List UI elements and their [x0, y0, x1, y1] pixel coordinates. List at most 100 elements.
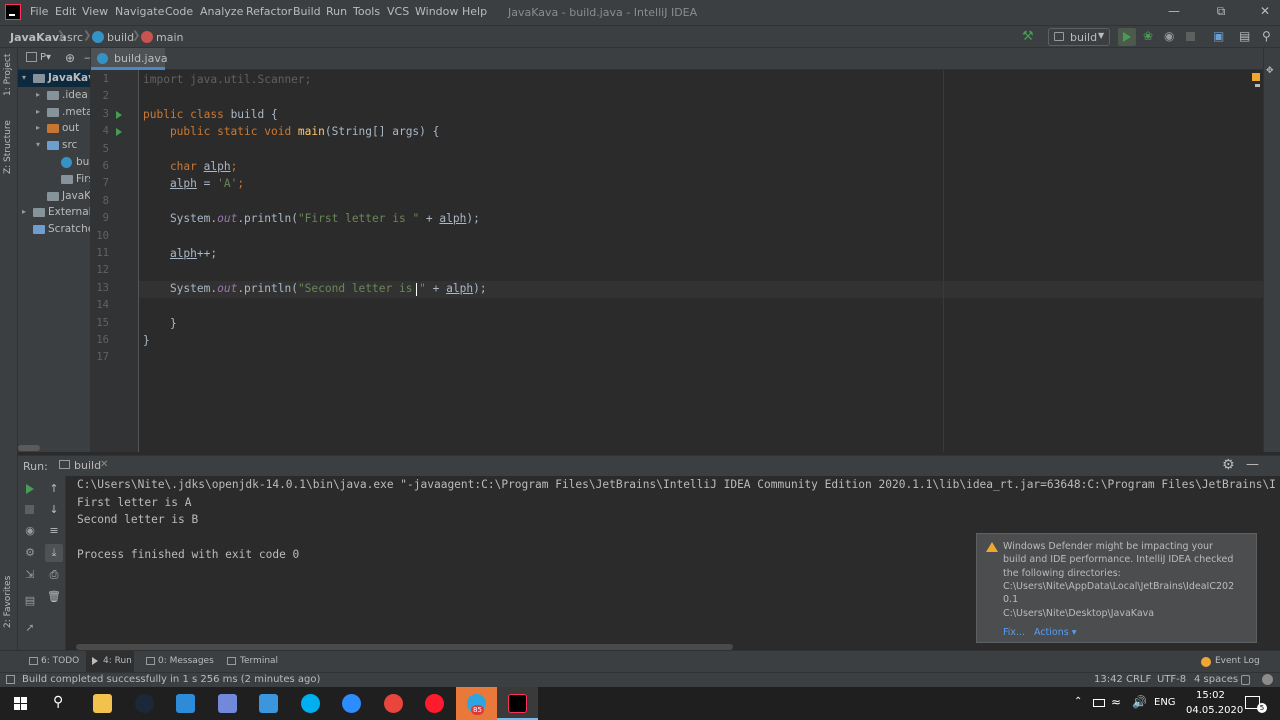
- menu-edit[interactable]: Edit: [55, 5, 76, 18]
- locate-target-icon[interactable]: ⊕: [65, 51, 75, 65]
- more-icon[interactable]: —: [84, 51, 90, 64]
- notification-fix-link[interactable]: Fix...: [1003, 627, 1025, 638]
- line-separator[interactable]: CRLF: [1126, 674, 1151, 685]
- tool-tab-structure[interactable]: Z: Structure: [3, 120, 13, 174]
- expand-arrow-icon[interactable]: ▾: [22, 73, 26, 82]
- gutter-run-icon[interactable]: [116, 110, 122, 119]
- soft-wrap-icon[interactable]: ≡: [47, 524, 61, 538]
- tray-chevron-icon[interactable]: ⌃: [1074, 696, 1082, 707]
- menu-window[interactable]: Window: [415, 5, 458, 18]
- menu-refactor[interactable]: Refactor: [246, 5, 292, 18]
- tool-tab-todo[interactable]: 6: TODO: [41, 656, 79, 666]
- menu-run[interactable]: Run: [326, 5, 347, 18]
- caret-position[interactable]: 13:42: [1094, 674, 1123, 685]
- lock-icon[interactable]: [1241, 675, 1250, 685]
- search-icon[interactable]: ⚲: [1262, 29, 1278, 45]
- hide-panel-icon[interactable]: —: [1246, 457, 1259, 472]
- taskbar-app-zoom[interactable]: [331, 687, 372, 720]
- project-view-select[interactable]: P▾: [40, 52, 51, 63]
- tool-tab-messages[interactable]: 0: Messages: [158, 656, 214, 666]
- exit-icon[interactable]: ⇲: [23, 568, 37, 582]
- project-structure-icon[interactable]: ▣: [1213, 29, 1229, 45]
- notification-actions-link[interactable]: Actions ▾: [1034, 627, 1077, 638]
- stop-icon[interactable]: [1186, 32, 1195, 41]
- settings-icon[interactable]: ⚙: [23, 546, 37, 560]
- status-bar-toggle-icon[interactable]: [6, 675, 15, 684]
- file-encoding[interactable]: UTF-8: [1157, 674, 1186, 685]
- collapse-arrow-icon[interactable]: ▸: [36, 107, 40, 116]
- layout-icon[interactable]: ▤: [1239, 29, 1255, 45]
- down-arrow-icon[interactable]: ↓: [47, 503, 61, 517]
- menu-navigate[interactable]: Navigate: [115, 5, 164, 18]
- windows-start-icon[interactable]: [14, 697, 20, 703]
- tab-build-java[interactable]: build.java: [91, 48, 168, 70]
- taskbar-app-network-app[interactable]: [165, 687, 206, 720]
- breadcrumb-class[interactable]: build: [107, 31, 134, 44]
- debug-icon[interactable]: ❀: [1143, 29, 1159, 45]
- restore-icon[interactable]: ⧉: [1211, 4, 1231, 20]
- clock-date[interactable]: 04.05.2020: [1186, 705, 1243, 716]
- pin-icon[interactable]: ➚: [23, 621, 37, 635]
- taskbar-app-file-explorer[interactable]: [82, 687, 123, 720]
- language-indicator[interactable]: ENG: [1154, 697, 1176, 708]
- taskbar-app-telegram[interactable]: [455, 687, 497, 720]
- code-token: ++;: [196, 247, 218, 260]
- stop-icon[interactable]: [25, 505, 34, 514]
- up-arrow-icon[interactable]: ↑: [47, 482, 61, 496]
- taskbar-app-discord[interactable]: [207, 687, 248, 720]
- indent-setting[interactable]: 4 spaces: [1194, 674, 1238, 685]
- rerun-icon[interactable]: [26, 484, 34, 494]
- bottom-tool-tabs: 6: TODO 4: Run 0: Messages Terminal Even…: [0, 650, 1280, 672]
- taskbar-app-app-blue[interactable]: [248, 687, 289, 720]
- wifi-icon[interactable]: ≈: [1111, 695, 1121, 709]
- warning-marker-icon[interactable]: [1252, 73, 1260, 81]
- ant-icon[interactable]: ✥: [1266, 66, 1274, 76]
- coverage-icon[interactable]: ◉: [1164, 29, 1180, 45]
- expand-arrow-icon[interactable]: ▾: [36, 140, 40, 149]
- search-icon[interactable]: ⚲: [53, 694, 63, 710]
- collapse-arrow-icon[interactable]: ▸: [22, 207, 26, 216]
- tool-tab-project[interactable]: 1: Project: [3, 54, 13, 96]
- layout-icon[interactable]: ▤: [23, 594, 37, 608]
- menu-code[interactable]: Code: [165, 5, 193, 18]
- menu-vcs[interactable]: VCS: [387, 5, 409, 18]
- line-number: 13: [96, 281, 109, 294]
- taskbar-app-chrome[interactable]: [373, 687, 414, 720]
- collapse-arrow-icon[interactable]: ▸: [36, 123, 40, 132]
- gear-icon[interactable]: ⚙: [1222, 457, 1235, 473]
- clock-time[interactable]: 15:02: [1196, 690, 1225, 701]
- camera-icon[interactable]: ◉: [23, 524, 37, 538]
- run-configuration-select[interactable]: build ▼: [1048, 28, 1110, 46]
- project-hscrollbar[interactable]: [18, 445, 40, 451]
- print-icon[interactable]: ⎙: [47, 568, 61, 582]
- collapse-arrow-icon[interactable]: ▸: [36, 90, 40, 99]
- menu-analyze[interactable]: Analyze: [200, 5, 243, 18]
- menu-file[interactable]: File: [30, 5, 48, 18]
- taskbar-app-steam[interactable]: [124, 687, 165, 720]
- taskbar-app-intellij[interactable]: [497, 687, 538, 720]
- battery-icon[interactable]: [1093, 699, 1105, 707]
- run-tab-label[interactable]: build: [74, 459, 101, 472]
- gutter-run-icon[interactable]: [116, 128, 122, 137]
- trash-icon[interactable]: 🗑: [47, 590, 61, 604]
- minimize-icon[interactable]: —: [1164, 4, 1184, 20]
- tool-tab-favorites[interactable]: 2: Favorites: [3, 576, 13, 628]
- inspector-icon[interactable]: [1262, 674, 1273, 685]
- close-icon[interactable]: ✕: [1255, 4, 1275, 20]
- volume-icon[interactable]: 🔊: [1132, 695, 1147, 709]
- breadcrumb-method[interactable]: main: [156, 31, 183, 44]
- menu-view[interactable]: View: [82, 5, 108, 18]
- tool-tab-run-active[interactable]: 4: Run: [86, 651, 134, 672]
- taskbar-app-opera[interactable]: [414, 687, 455, 720]
- scroll-to-end-button[interactable]: ⤓: [45, 544, 63, 562]
- breadcrumb-src[interactable]: src: [67, 31, 83, 44]
- build-hammer-icon[interactable]: ⚒: [1022, 29, 1038, 45]
- taskbar-app-skype[interactable]: [290, 687, 331, 720]
- tool-tab-terminal[interactable]: Terminal: [240, 656, 278, 666]
- close-tab-icon[interactable]: ✕: [100, 459, 108, 470]
- run-button[interactable]: [1118, 28, 1136, 46]
- menu-tools[interactable]: Tools: [353, 5, 380, 18]
- menu-help[interactable]: Help: [462, 5, 487, 18]
- menu-build[interactable]: Build: [293, 5, 321, 18]
- tool-tab-event-log[interactable]: Event Log: [1215, 656, 1260, 666]
